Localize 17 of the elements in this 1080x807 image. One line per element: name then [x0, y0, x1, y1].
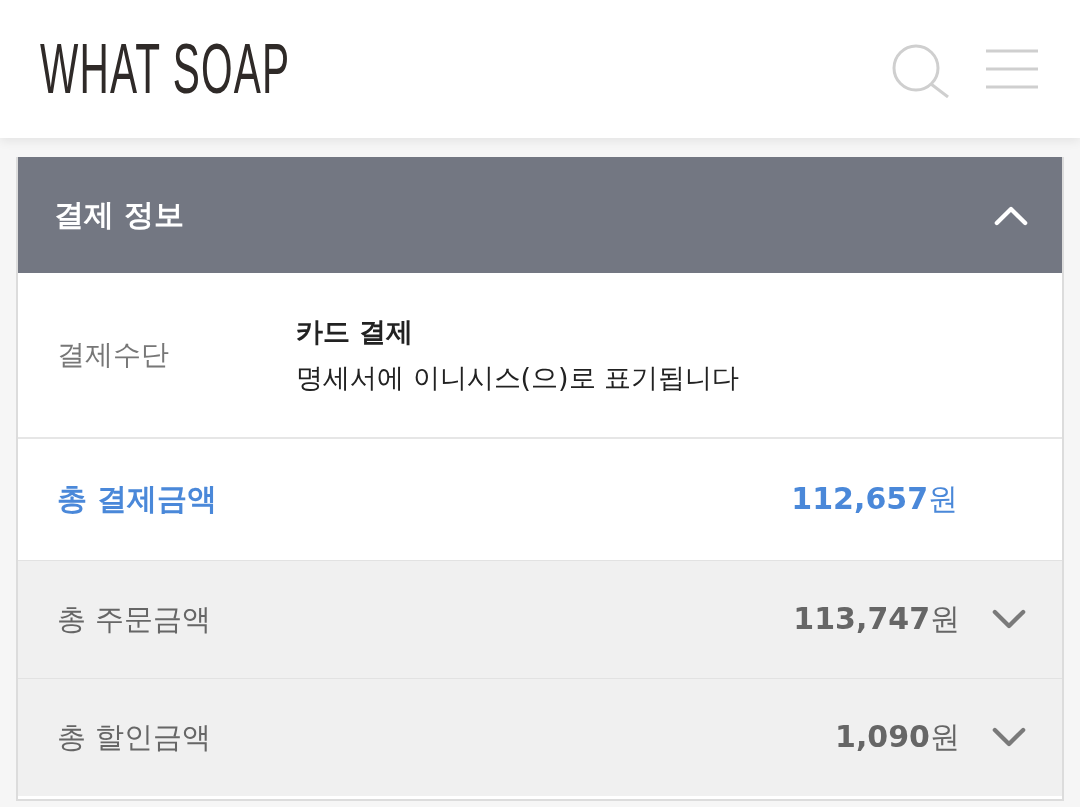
section-title: 결제 정보	[54, 195, 185, 234]
total-label: 총 결제금액	[57, 480, 218, 518]
amount-row[interactable]: 총 주문금액 113,747원	[18, 560, 1062, 678]
chevron-down-icon[interactable]	[992, 727, 1026, 748]
payment-method-note: 명세서에 이니시스(으)로 표기됩니다	[296, 361, 740, 395]
row-label: 총 주문금액	[57, 600, 213, 638]
logo[interactable]: WHAT SOAP	[40, 39, 291, 99]
total-amount: 112,657원	[791, 480, 958, 518]
section-header[interactable]: 결제 정보	[18, 157, 1062, 273]
chevron-up-icon[interactable]	[994, 204, 1028, 226]
payment-method-name: 카드 결제	[296, 315, 415, 349]
row-label: 총 할인금액	[57, 718, 213, 756]
chevron-down-icon[interactable]	[992, 609, 1026, 630]
row-label: 결제수단	[57, 337, 170, 373]
amount-value: 113,747원	[793, 600, 960, 638]
amount-value: 1,090원	[835, 718, 960, 756]
amount-row[interactable]: 총 할인금액 1,090원	[18, 678, 1062, 796]
